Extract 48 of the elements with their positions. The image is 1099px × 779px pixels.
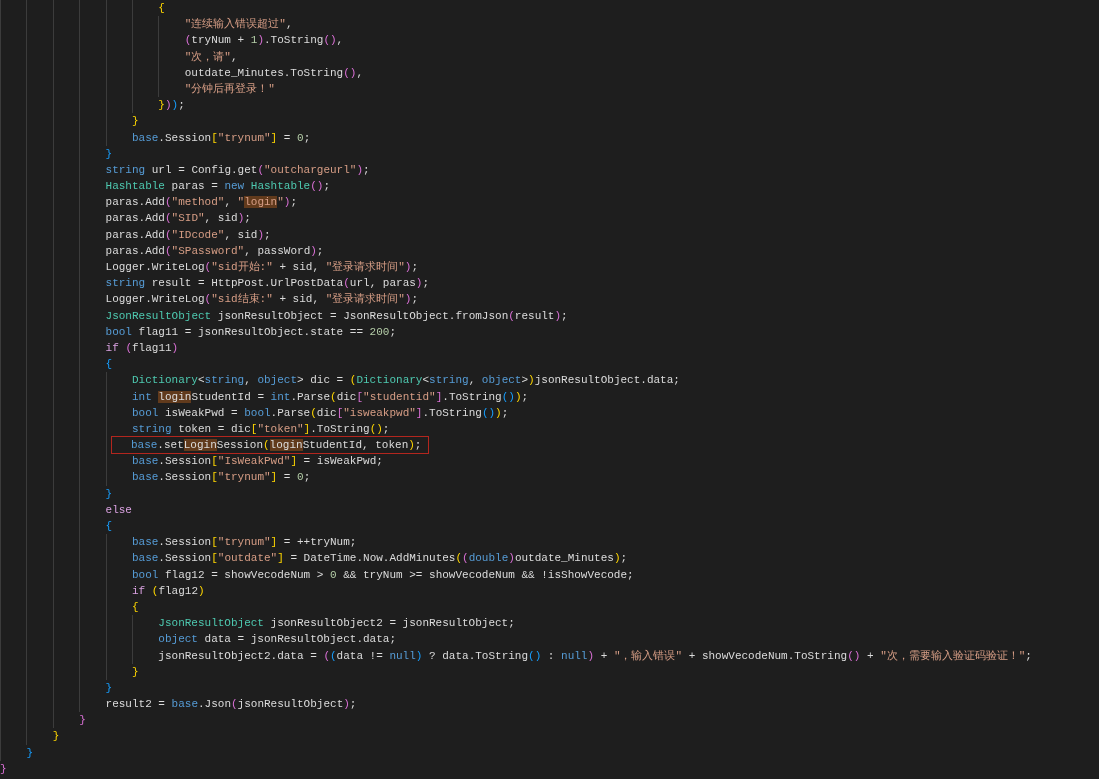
code-line: }));	[158, 98, 185, 114]
code-line: else	[105, 502, 132, 518]
code-line: JsonResultObject jsonResultObject2 = jsonResultObject;	[158, 616, 515, 632]
code-line: base.Session["trynum"] = ++tryNum;	[131, 535, 357, 551]
code-line: paras.Add("SPassword", passWord);	[105, 243, 324, 259]
code-line: Logger.WriteLog("sid结束:" + sid, "登录请求时间");	[105, 292, 419, 308]
code-line: {	[131, 599, 139, 615]
code-line: }	[26, 745, 33, 761]
code-line: paras.Add("IDcode", sid);	[105, 227, 271, 243]
code-line: if (flag11)	[105, 340, 179, 356]
code-line: base.Session["trynum"] = 0;	[131, 470, 311, 486]
code-line: {	[158, 1, 165, 16]
code-line: result2 = base.Json(jsonResultObject);	[105, 697, 357, 713]
code-line: (tryNum + 1).ToString(),	[184, 33, 344, 49]
code-line: string token = dic["token"].ToString();	[131, 421, 390, 437]
highlighted-code-line: base.setLoginSession(loginStudentId, token);	[111, 437, 429, 454]
code-line: }	[105, 146, 113, 162]
code-line: bool flag11 = jsonResultObject.state == 200;	[105, 324, 397, 340]
code-line: {	[105, 519, 113, 534]
code-line: }	[79, 713, 86, 729]
code-line: base.Session["trynum"] = 0;	[131, 130, 311, 146]
code-line: bool flag12 = showVecodeNum > 0 && tryNum >= showVecodeNum && !isShowVecode;	[131, 567, 634, 583]
code-line: jsonResultObject2.data = ((data != null) ? data.ToString() : null) + "，输入错误" + showVecodeNum.ToString() + "次，需要输入验证码验证！";	[158, 648, 1032, 664]
code-line: }	[0, 761, 7, 777]
code-line: string result = HttpPost.UrlPostData(url, paras);	[105, 276, 430, 292]
code-line: }	[105, 486, 113, 502]
code-line: int loginStudentId = int.Parse(dic["studentid"].ToString());	[131, 389, 529, 405]
code-line: if (flag12)	[131, 583, 205, 599]
code-line: base.Session["IsWeakPwd"] = isWeakPwd;	[131, 454, 383, 470]
code-line: }	[105, 680, 113, 696]
code-line: }	[131, 114, 139, 130]
code-line: Dictionary<string, object> dic = (Dictionary<string, object>)jsonResultObject.data;	[131, 373, 680, 389]
code-line: base.Session["outdate"] = DateTime.Now.AddMinutes((double)outdate_Minutes);	[131, 551, 628, 567]
code-line: "连续输入错误超过",	[184, 17, 293, 33]
code-line: JsonResultObject jsonResultObject = JsonResultObject.fromJson(result);	[105, 308, 568, 324]
code-line: Hashtable paras = new Hashtable();	[105, 179, 331, 195]
code-line: "分钟后再登录！"	[184, 81, 275, 97]
code-line: outdate_Minutes.ToString(),	[184, 65, 363, 81]
code-line: }	[131, 664, 139, 680]
code-line: object data = jsonResultObject.data;	[158, 632, 396, 648]
code-line: paras.Add("method", "login");	[105, 195, 298, 211]
code-line: paras.Add("SID", sid);	[105, 211, 251, 227]
code-line: {	[105, 357, 113, 373]
code-line: "次，请",	[184, 49, 238, 65]
code-line: Logger.WriteLog("sid开始:" + sid, "登录请求时间");	[105, 260, 419, 275]
code-line: bool isWeakPwd = bool.Parse(dic["isweakpwd"].ToString());	[131, 405, 509, 421]
code-line: string url = Config.get("outchargeurl");	[105, 162, 370, 178]
code-line: }	[52, 729, 60, 745]
